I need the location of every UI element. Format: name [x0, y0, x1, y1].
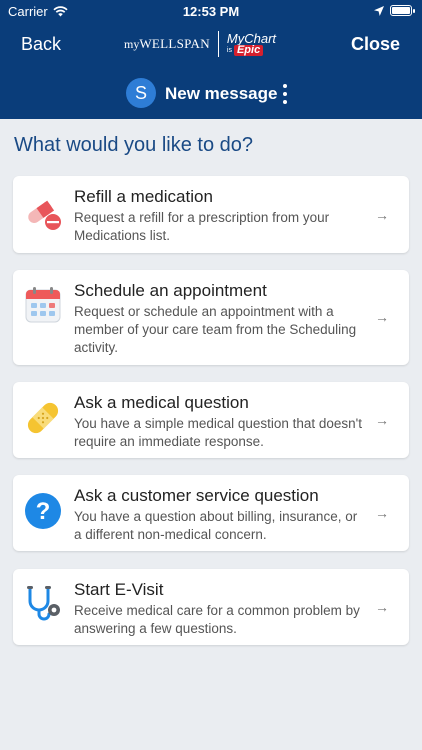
- status-bar: Carrier 12:53 PM: [0, 0, 422, 22]
- prompt-heading: What would you like to do?: [14, 134, 254, 156]
- option-title: Start E-Visit: [74, 580, 164, 599]
- logo-divider: [217, 31, 219, 57]
- arrow-right-icon: →: [375, 412, 389, 428]
- option-title: Ask a customer service question: [74, 486, 319, 505]
- calendar-icon: [25, 287, 61, 323]
- more-options-icon[interactable]: [281, 84, 289, 104]
- mychart-logo: MyChart is Epic: [226, 31, 277, 56]
- battery-icon: [390, 5, 415, 16]
- option-description: Request a refill for a prescription from…: [74, 210, 330, 243]
- navigation-bar: Back myWELLSPAN MyChart is Epic Close: [0, 26, 422, 60]
- stethoscope-icon: [27, 586, 60, 621]
- option-description: You have a question about billing, insur…: [74, 509, 358, 542]
- arrow-right-icon: →: [375, 309, 389, 325]
- option-title: Ask a medical question: [74, 393, 249, 412]
- brand-logo: myWELLSPAN MyChart is Epic: [124, 28, 294, 60]
- option-description: Receive medical care for a common proble…: [74, 603, 360, 636]
- option-description: Request or schedule an appointment with …: [74, 304, 357, 355]
- bandage-icon: [27, 402, 59, 434]
- question-icon: ?: [25, 493, 61, 529]
- option-refill-medication[interactable]: Refill a medication Request a refill for…: [13, 176, 409, 253]
- option-title: Refill a medication: [74, 187, 213, 206]
- conversation-header: S New message: [0, 76, 422, 110]
- clock: 12:53 PM: [182, 4, 240, 19]
- option-title: Schedule an appointment: [74, 281, 267, 300]
- back-button[interactable]: Back: [21, 34, 61, 55]
- location-arrow-icon: [374, 5, 384, 16]
- avatar[interactable]: S: [126, 78, 156, 108]
- page-title: New message: [165, 84, 278, 103]
- option-schedule-appointment[interactable]: Schedule an appointment Request or sched…: [13, 270, 409, 365]
- arrow-right-icon: →: [375, 505, 389, 521]
- option-start-evisit[interactable]: Start E-Visit Receive medical care for a…: [13, 569, 409, 645]
- option-description: You have a simple medical question that …: [74, 416, 363, 449]
- arrow-right-icon: →: [375, 599, 389, 615]
- option-customer-service-question[interactable]: ? Ask a customer service question You ha…: [13, 475, 409, 551]
- pill-icon: [28, 200, 61, 230]
- svg-text:?: ?: [36, 498, 51, 525]
- wellspan-logo: myWELLSPAN: [124, 36, 210, 51]
- option-medical-question[interactable]: Ask a medical question You have a simple…: [13, 382, 409, 458]
- app-header: Carrier 12:53 PM Back myWELLSPAN MyChart…: [0, 0, 422, 119]
- arrow-right-icon: →: [375, 207, 389, 223]
- close-button[interactable]: Close: [351, 34, 400, 55]
